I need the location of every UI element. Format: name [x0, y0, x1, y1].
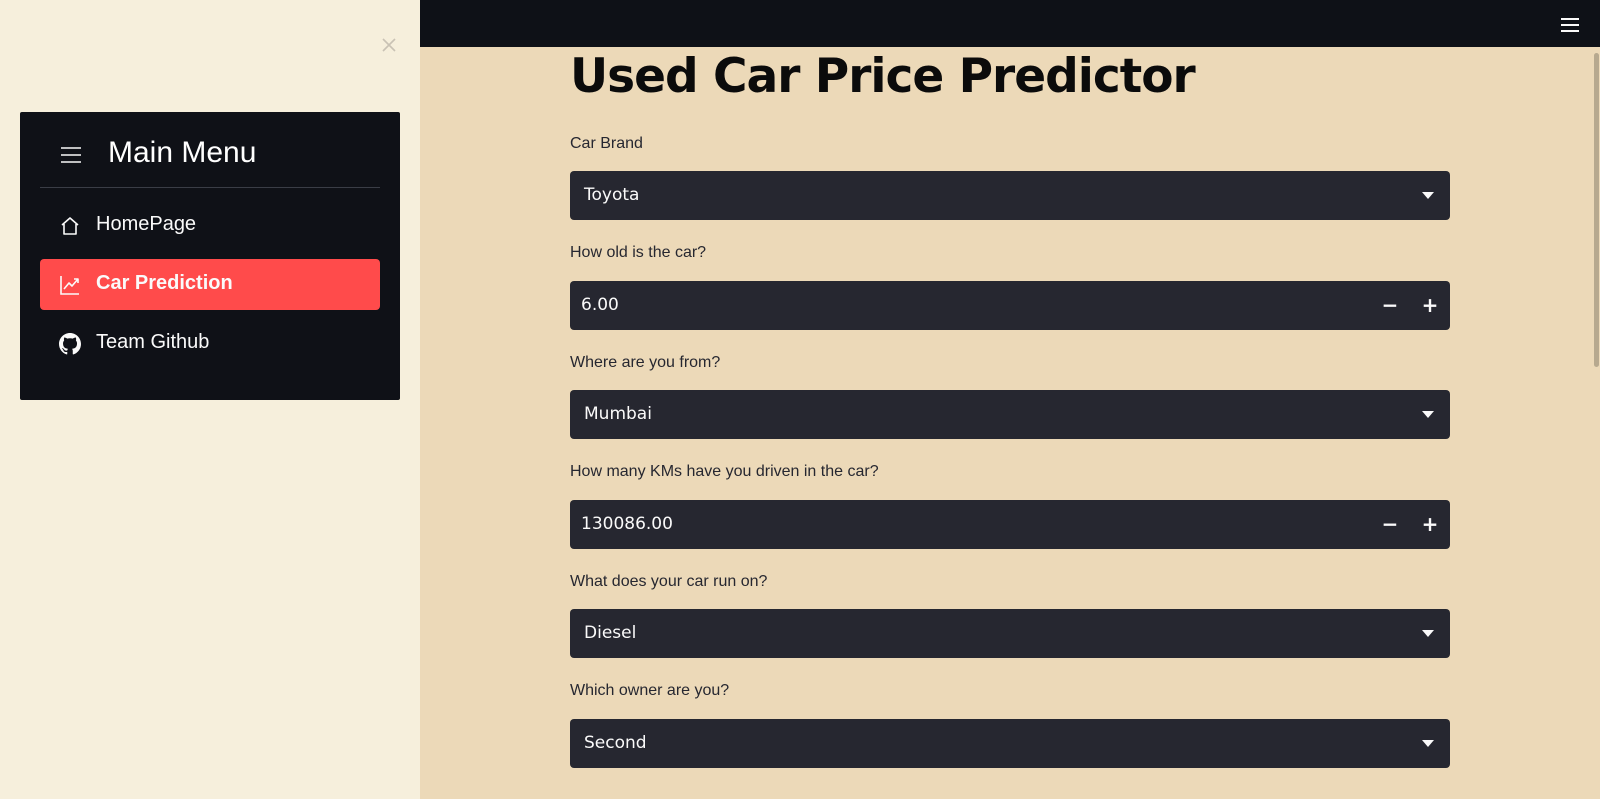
menu-header: Main Menu: [40, 132, 380, 188]
location-label: Where are you from?: [570, 354, 721, 371]
car-brand-select[interactable]: Toyota: [570, 171, 1450, 220]
house-icon: [59, 215, 81, 237]
chevron-down-icon[interactable]: [1422, 630, 1434, 637]
kms-driven-value[interactable]: 130086.00: [581, 514, 673, 534]
nav-item-team-github[interactable]: Team Github: [40, 318, 380, 369]
car-age-label: How old is the car?: [570, 244, 707, 261]
location-select[interactable]: Mumbai: [570, 390, 1450, 439]
chevron-down-icon[interactable]: [1422, 192, 1434, 199]
chevron-down-icon[interactable]: [1422, 740, 1434, 747]
car-age-number-input[interactable]: 6.00 − +: [570, 281, 1450, 330]
kms-driven-number-input[interactable]: 130086.00 − +: [570, 500, 1450, 549]
car-age-value[interactable]: 6.00: [581, 295, 619, 315]
app-header: [420, 0, 1600, 47]
car-brand-label: Car Brand: [570, 135, 643, 152]
owner-type-value: Second: [584, 733, 647, 753]
scrollbar[interactable]: [1592, 47, 1600, 799]
chevron-down-icon[interactable]: [1422, 411, 1434, 418]
owner-type-select[interactable]: Second: [570, 719, 1450, 768]
decrement-button[interactable]: −: [1370, 500, 1410, 549]
increment-button[interactable]: +: [1410, 281, 1450, 330]
x-icon: [382, 38, 396, 52]
owner-type-label: Which owner are you?: [570, 682, 730, 699]
option-menu: Main Menu HomePage Car Prediction Team G…: [20, 112, 400, 400]
close-sidebar-button[interactable]: [378, 36, 400, 58]
nav-item-homepage[interactable]: HomePage: [40, 200, 380, 251]
menu-lines-icon: [60, 144, 82, 166]
sidebar: Main Menu HomePage Car Prediction Team G…: [0, 0, 420, 799]
page-title: Used Car Price Predictor: [570, 49, 1196, 104]
menu-title: Main Menu: [108, 136, 257, 169]
decrement-button[interactable]: −: [1370, 281, 1410, 330]
github-icon: [59, 333, 81, 355]
increment-button[interactable]: +: [1410, 500, 1450, 549]
fuel-type-select[interactable]: Diesel: [570, 609, 1450, 658]
fuel-type-value: Diesel: [584, 623, 637, 643]
nav-item-label: Car Prediction: [96, 272, 233, 294]
fuel-type-label: What does your car run on?: [570, 573, 768, 590]
hamburger-icon[interactable]: [1560, 17, 1580, 33]
scrollbar-thumb[interactable]: [1594, 53, 1599, 367]
nav-item-label: HomePage: [96, 213, 197, 235]
kms-driven-label: How many KMs have you driven in the car?: [570, 463, 879, 480]
car-brand-value: Toyota: [584, 185, 640, 205]
nav-item-car-prediction[interactable]: Car Prediction: [40, 259, 380, 310]
location-value: Mumbai: [584, 404, 652, 424]
nav-item-label: Team Github: [96, 331, 210, 353]
graph-up-icon: [59, 274, 81, 296]
